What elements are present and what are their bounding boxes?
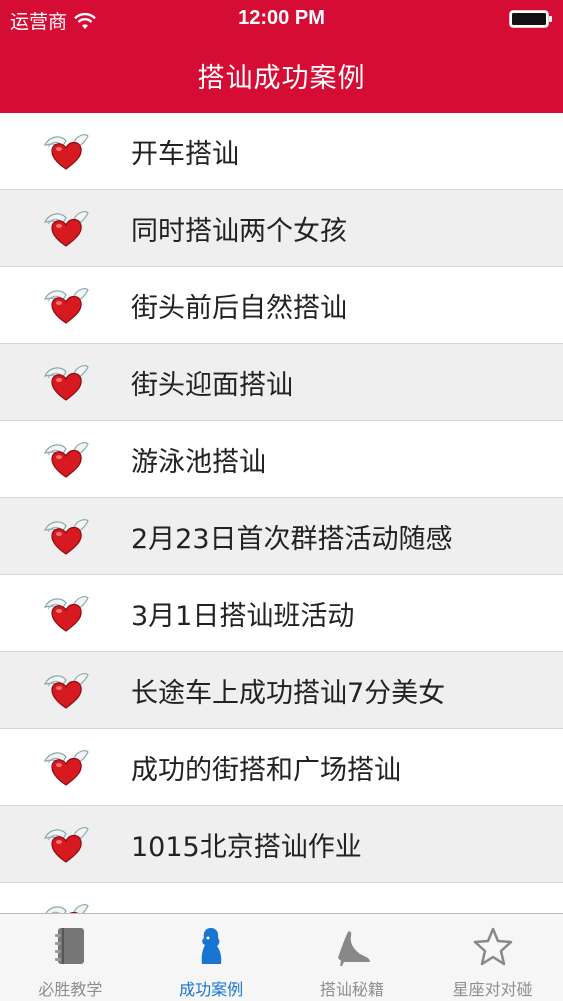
winged-heart-icon <box>40 901 90 913</box>
tab-zodiac[interactable]: 星座对对碰 <box>422 914 563 1001</box>
list-item-label: 长途车上成功搭讪7分美女 <box>131 677 446 709</box>
list-item-label: 开车搭讪 <box>131 138 239 170</box>
list-item[interactable]: 2月23日首次群搭活动随感 <box>0 498 563 575</box>
list-item-label: 街头迎面搭讪 <box>131 369 293 401</box>
tab-label: 搭讪秘籍 <box>319 980 384 999</box>
status-time: 12:00 PM <box>238 7 325 29</box>
winged-heart-icon <box>40 131 90 171</box>
list-item[interactable]: 街头前后自然搭讪 <box>0 267 563 344</box>
winged-heart-icon <box>40 285 90 325</box>
list-item[interactable]: 成功的街搭和广场搭讪 <box>0 729 563 806</box>
winged-heart-icon <box>40 824 90 864</box>
star-icon <box>471 924 515 968</box>
notebook-icon <box>48 924 92 968</box>
tab-label: 成功案例 <box>179 980 244 999</box>
list-item[interactable]: 长途车上成功搭讪7分美女 <box>0 652 563 729</box>
list-item[interactable]: 开车搭讪 <box>0 113 563 190</box>
tab-success-cases[interactable]: 成功案例 <box>141 914 282 1001</box>
list-item-label: 1015北京搭讪作业 <box>131 831 362 863</box>
tab-secrets[interactable]: 搭讪秘籍 <box>282 914 423 1001</box>
high-heel-icon <box>330 924 374 968</box>
list-item[interactable]: 3月1日搭讪班活动 <box>0 575 563 652</box>
tab-label: 必胜教学 <box>38 980 103 999</box>
tab-bar: 必胜教学 成功案例 搭讪秘籍 星座对对碰 <box>0 913 563 1001</box>
list-item[interactable]: 街头迎面搭讪 <box>0 344 563 421</box>
tab-label: 星座对对碰 <box>452 980 533 999</box>
list-item-label: 街头前后自然搭讪 <box>131 292 347 324</box>
list-item-label: 成功的街搭和广场搭讪 <box>131 754 401 786</box>
tab-teaching[interactable]: 必胜教学 <box>0 914 141 1001</box>
winged-heart-icon <box>40 439 90 479</box>
battery-icon <box>509 10 552 28</box>
list-item[interactable]: 1015北京搭讪作业 <box>0 806 563 883</box>
list-item[interactable]: 游泳池搭讪 <box>0 421 563 498</box>
list-item-label: 同时搭讪两个女孩 <box>131 215 347 247</box>
list-item-partial[interactable] <box>0 883 563 913</box>
winged-heart-icon <box>40 670 90 710</box>
case-list: 开车搭讪 同时搭讪两个女孩 街头前后自然搭讪 街头迎面搭讪 游泳池搭讪 2月23… <box>0 113 563 913</box>
list-item[interactable]: 同时搭讪两个女孩 <box>0 190 563 267</box>
winged-heart-icon <box>40 208 90 248</box>
winged-heart-icon <box>40 747 90 787</box>
winged-heart-icon <box>40 516 90 556</box>
winged-heart-icon <box>40 362 90 402</box>
winged-heart-icon <box>40 593 90 633</box>
status-bar: 运营商 12:00 PM <box>0 0 563 38</box>
page-title: 搭讪成功案例 <box>197 63 366 94</box>
list-item-label: 3月1日搭讪班活动 <box>131 600 355 632</box>
header: 运营商 12:00 PM 搭讪成功案例 <box>0 0 563 113</box>
person-icon <box>189 924 233 968</box>
list-item-label: 2月23日首次群搭活动随感 <box>131 523 453 555</box>
list-item-label: 游泳池搭讪 <box>131 446 266 478</box>
